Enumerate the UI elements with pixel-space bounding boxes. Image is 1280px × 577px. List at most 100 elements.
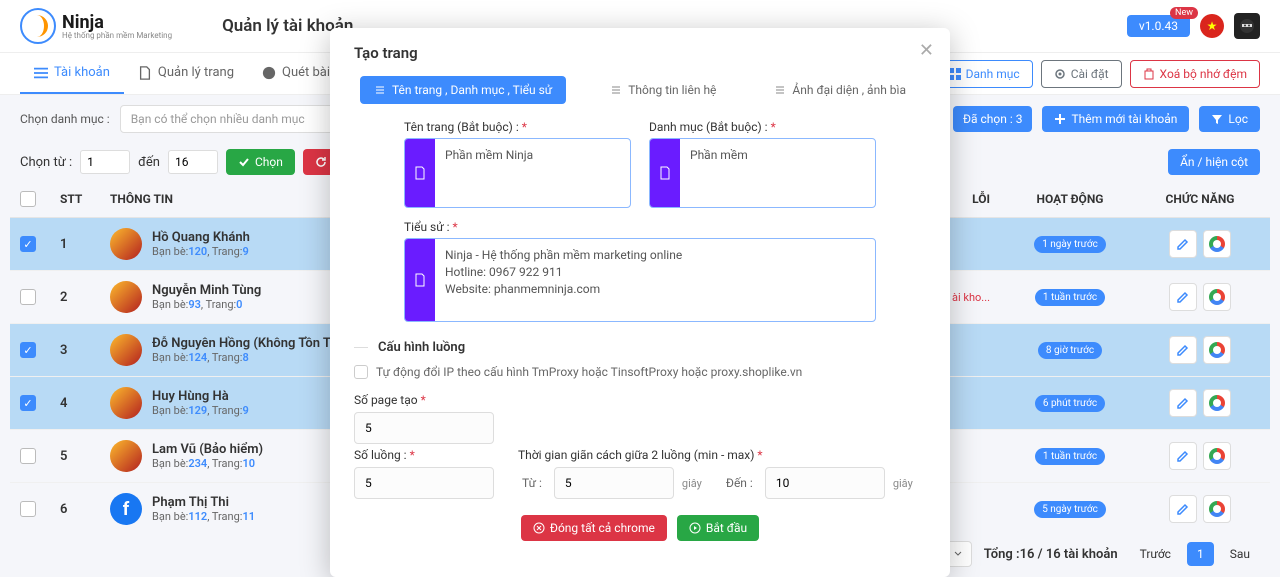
activity-badge: 1 ngày trước: [1034, 236, 1106, 253]
choose-button[interactable]: Chọn: [226, 149, 295, 175]
edit-button[interactable]: [1169, 495, 1197, 523]
category-label: Chọn danh mục :: [20, 112, 110, 126]
selected-count: Đã chọn : 3: [953, 106, 1033, 132]
gap-label: Thời gian giãn cách giữa 2 luồng (min - …: [518, 448, 926, 462]
tab-accounts[interactable]: Tài khoản: [20, 53, 124, 94]
row-checkbox[interactable]: [20, 448, 36, 464]
start-button[interactable]: Bắt đầu: [677, 515, 759, 541]
edit-button[interactable]: [1169, 336, 1197, 364]
chrome-icon: [1209, 236, 1225, 252]
user-meta: Bạn bè:124, Trang:8: [152, 351, 345, 364]
gap-to-input[interactable]: [765, 467, 885, 499]
row-checkbox[interactable]: [20, 501, 36, 517]
row-index: 5: [60, 449, 110, 464]
pages-count-label: Số page tạo *: [354, 393, 494, 407]
play-icon: [689, 522, 701, 534]
edit-button[interactable]: [1169, 442, 1197, 470]
toggle-columns-button[interactable]: Ẩn / hiện cột: [1168, 149, 1260, 175]
version-badge[interactable]: v1.0.43 New: [1127, 15, 1190, 37]
category-box[interactable]: Phần mềm: [649, 138, 876, 208]
chrome-icon: [1209, 289, 1225, 305]
row-checkbox[interactable]: ✓: [20, 342, 36, 358]
modal-tab-2[interactable]: Thông tin liên hệ: [596, 76, 730, 104]
to-label: Đến :: [722, 476, 757, 490]
file-icon[interactable]: [405, 239, 435, 321]
col-functions: CHỨC NĂNG: [1140, 192, 1260, 206]
avatar: [110, 334, 142, 366]
activity-badge: 8 giờ trước: [1038, 342, 1102, 359]
activity-badge: 5 ngày trước: [1034, 501, 1106, 518]
chrome-button[interactable]: [1203, 495, 1231, 523]
user-name: Lam Vũ (Bảo hiểm): [152, 442, 263, 457]
category-button[interactable]: Danh mục: [936, 60, 1033, 88]
row-checkbox[interactable]: ✓: [20, 236, 36, 252]
page-current[interactable]: 1: [1187, 542, 1214, 566]
close-all-chrome-button[interactable]: Đóng tất cả chrome: [521, 515, 667, 541]
row-checkbox[interactable]: ✓: [20, 395, 36, 411]
pages-count-input[interactable]: [354, 412, 494, 444]
avatar: [110, 228, 142, 260]
sliders-icon: [774, 84, 786, 96]
chrome-icon: [1209, 448, 1225, 464]
modal-tab-3[interactable]: Ảnh đại diện , ảnh bìa: [760, 76, 920, 104]
bio-box[interactable]: Ninja - Hệ thống phần mềm marketing onli…: [404, 238, 876, 322]
add-account-button[interactable]: Thêm mới tài khoản: [1042, 106, 1189, 132]
modal-tab-1[interactable]: Tên trang , Danh mục , Tiểu sử: [360, 76, 566, 104]
auto-ip-row[interactable]: Tự động đổi IP theo cấu hình TmProxy hoặ…: [354, 365, 926, 379]
chrome-icon: [1209, 395, 1225, 411]
chevron-down-icon: [953, 548, 963, 558]
chrome-button[interactable]: [1203, 389, 1231, 417]
bio-value: Ninja - Hệ thống phần mềm marketing onli…: [435, 239, 875, 321]
category-label: Danh mục (Bắt buộc) : *: [649, 120, 876, 134]
from-label: Từ :: [518, 476, 546, 490]
user-name: Nguyễn Minh Tùng: [152, 283, 261, 298]
filter-button[interactable]: Lọc: [1199, 106, 1260, 132]
edit-button[interactable]: [1169, 230, 1197, 258]
tab-pages[interactable]: Quản lý trang: [124, 53, 248, 94]
plus-icon: [1054, 113, 1066, 125]
chrome-button[interactable]: [1203, 230, 1231, 258]
file-icon[interactable]: [650, 139, 680, 207]
page-name-value: Phần mềm Ninja: [435, 139, 630, 207]
to-input[interactable]: [168, 150, 218, 174]
category-value: Phần mềm: [680, 139, 875, 207]
user-meta: Bạn bè:234, Trang:10: [152, 457, 263, 470]
settings-button[interactable]: Cài đặt: [1041, 60, 1122, 88]
chrome-icon: [1209, 501, 1225, 517]
gear-icon: [1054, 68, 1066, 80]
from-input[interactable]: [80, 150, 130, 174]
page-icon: [138, 66, 152, 80]
pagination: Trước 1 Sau: [1130, 542, 1260, 566]
bio-label: Tiểu sử : *: [404, 220, 876, 234]
row-index: 6: [60, 502, 110, 517]
user-meta: Bạn bè:129, Trang:9: [152, 404, 249, 417]
row-checkbox[interactable]: [20, 289, 36, 305]
logo-mark: [20, 8, 56, 44]
new-badge: New: [1170, 7, 1198, 19]
next-page[interactable]: Sau: [1220, 542, 1260, 566]
select-all-checkbox[interactable]: [20, 191, 36, 207]
sliders-icon: [610, 84, 622, 96]
edit-button[interactable]: [1169, 283, 1197, 311]
chrome-button[interactable]: [1203, 442, 1231, 470]
chrome-button[interactable]: [1203, 336, 1231, 364]
close-icon[interactable]: ✕: [919, 40, 934, 61]
edit-button[interactable]: [1169, 389, 1197, 417]
gap-from-input[interactable]: [554, 467, 674, 499]
clear-cache-button[interactable]: Xoá bộ nhớ đệm: [1130, 60, 1260, 88]
ninja-icon[interactable]: [1234, 13, 1260, 39]
chrome-button[interactable]: [1203, 283, 1231, 311]
reload-icon: [315, 156, 327, 168]
from-label: Chọn từ :: [20, 155, 72, 170]
file-icon[interactable]: [405, 139, 435, 207]
threads-input[interactable]: [354, 467, 494, 499]
activity-badge: 1 tuần trước: [1035, 448, 1105, 465]
page-name-box[interactable]: Phần mềm Ninja: [404, 138, 631, 208]
check-icon: [238, 156, 250, 168]
close-circle-icon: [533, 522, 545, 534]
flag-vn-icon[interactable]: ★: [1200, 14, 1224, 38]
prev-page[interactable]: Trước: [1130, 542, 1181, 566]
brand-sub: Hệ thống phần mềm Marketing: [62, 31, 172, 40]
filter-icon: [1211, 113, 1223, 125]
auto-ip-checkbox[interactable]: [354, 365, 368, 379]
